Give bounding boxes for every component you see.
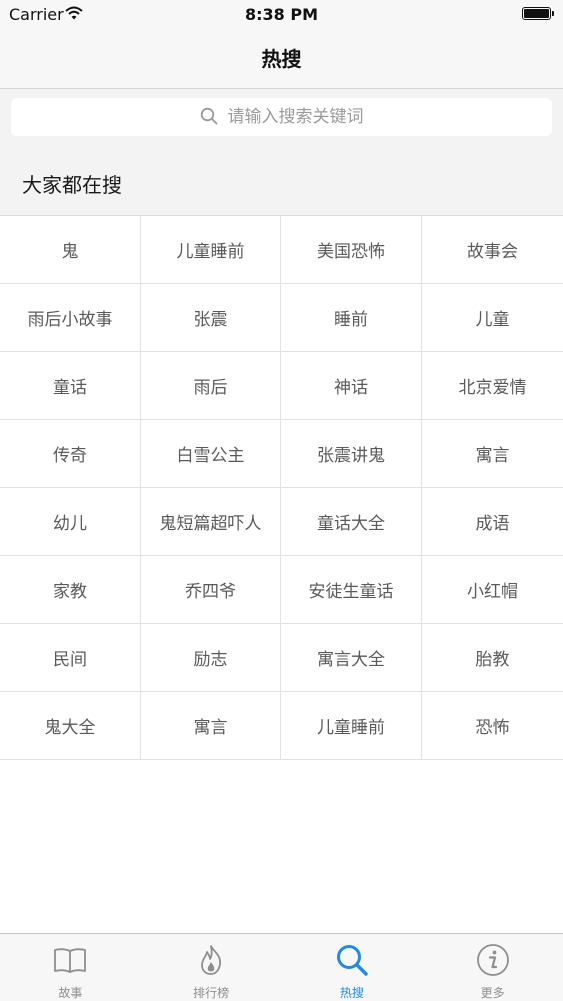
hot-term[interactable]: 张震 bbox=[141, 284, 281, 352]
hot-term[interactable]: 雨后 bbox=[141, 352, 281, 420]
hot-term[interactable]: 胎教 bbox=[422, 624, 563, 692]
hot-term[interactable]: 张震讲鬼 bbox=[281, 420, 422, 488]
top-bar: Carrier 8:38 PM 热搜 bbox=[0, 0, 563, 89]
hot-term[interactable]: 寓言 bbox=[422, 420, 563, 488]
hot-terms-grid: 鬼 儿童睡前 美国恐怖 故事会 雨后小故事 张震 睡前 儿童 童话 雨后 神话 … bbox=[0, 216, 563, 760]
hot-term[interactable]: 儿童睡前 bbox=[141, 216, 281, 284]
hot-term[interactable]: 儿童睡前 bbox=[281, 692, 422, 760]
hot-term[interactable]: 乔四爷 bbox=[141, 556, 281, 624]
book-icon bbox=[54, 948, 87, 973]
search-icon bbox=[336, 945, 368, 976]
hot-term[interactable]: 民间 bbox=[0, 624, 141, 692]
page-title: 热搜 bbox=[261, 47, 302, 71]
tab-hot-search[interactable]: 热搜 bbox=[282, 934, 423, 1001]
hot-term[interactable]: 美国恐怖 bbox=[281, 216, 422, 284]
hot-term[interactable]: 童话 bbox=[0, 352, 141, 420]
status-bar: Carrier 8:38 PM bbox=[0, 0, 563, 30]
hot-term[interactable]: 鬼大全 bbox=[0, 692, 141, 760]
hot-term[interactable]: 小红帽 bbox=[422, 556, 563, 624]
tab-bar: 故事 排行榜 热搜 更多 bbox=[0, 933, 563, 1001]
hot-term[interactable]: 家教 bbox=[0, 556, 141, 624]
hot-term[interactable]: 传奇 bbox=[0, 420, 141, 488]
battery-cap bbox=[552, 11, 554, 16]
status-time: 8:38 PM bbox=[244, 5, 318, 24]
search-area: 请输入搜索关键词 bbox=[0, 89, 563, 145]
hot-term[interactable]: 睡前 bbox=[281, 284, 422, 352]
tab-stories[interactable]: 故事 bbox=[0, 934, 141, 1001]
hot-term[interactable]: 恐怖 bbox=[422, 692, 563, 760]
hot-term[interactable]: 成语 bbox=[422, 488, 563, 556]
hot-term[interactable]: 雨后小故事 bbox=[0, 284, 141, 352]
section-title: 大家都在搜 bbox=[22, 173, 122, 197]
tab-label: 更多 bbox=[480, 986, 505, 1000]
hot-term[interactable]: 儿童 bbox=[422, 284, 563, 352]
search-input[interactable]: 请输入搜索关键词 bbox=[11, 98, 552, 136]
hot-term[interactable]: 故事会 bbox=[422, 216, 563, 284]
hot-term[interactable]: 励志 bbox=[141, 624, 281, 692]
hot-term[interactable]: 童话大全 bbox=[281, 488, 422, 556]
tab-label: 热搜 bbox=[339, 986, 364, 1000]
search-placeholder: 请输入搜索关键词 bbox=[227, 107, 364, 127]
hot-term[interactable]: 寓言大全 bbox=[281, 624, 422, 692]
hot-term[interactable]: 幼儿 bbox=[0, 488, 141, 556]
flame-icon bbox=[201, 945, 222, 975]
hot-term[interactable]: 鬼 bbox=[0, 216, 141, 284]
battery-icon bbox=[522, 7, 551, 20]
tab-ranking[interactable]: 排行榜 bbox=[141, 934, 282, 1001]
tab-more[interactable]: 更多 bbox=[422, 934, 563, 1001]
hot-term[interactable]: 鬼短篇超吓人 bbox=[141, 488, 281, 556]
tab-label: 故事 bbox=[58, 986, 83, 1000]
hot-term[interactable]: 北京爱情 bbox=[422, 352, 563, 420]
info-icon bbox=[476, 944, 509, 976]
section-header: 大家都在搜 bbox=[0, 145, 563, 216]
search-icon bbox=[200, 107, 217, 125]
hot-term[interactable]: 神话 bbox=[281, 352, 422, 420]
hot-term[interactable]: 寓言 bbox=[141, 692, 281, 760]
hot-term[interactable]: 白雪公主 bbox=[141, 420, 281, 488]
tab-label: 排行榜 bbox=[193, 986, 230, 1000]
hot-term[interactable]: 安徒生童话 bbox=[281, 556, 422, 624]
